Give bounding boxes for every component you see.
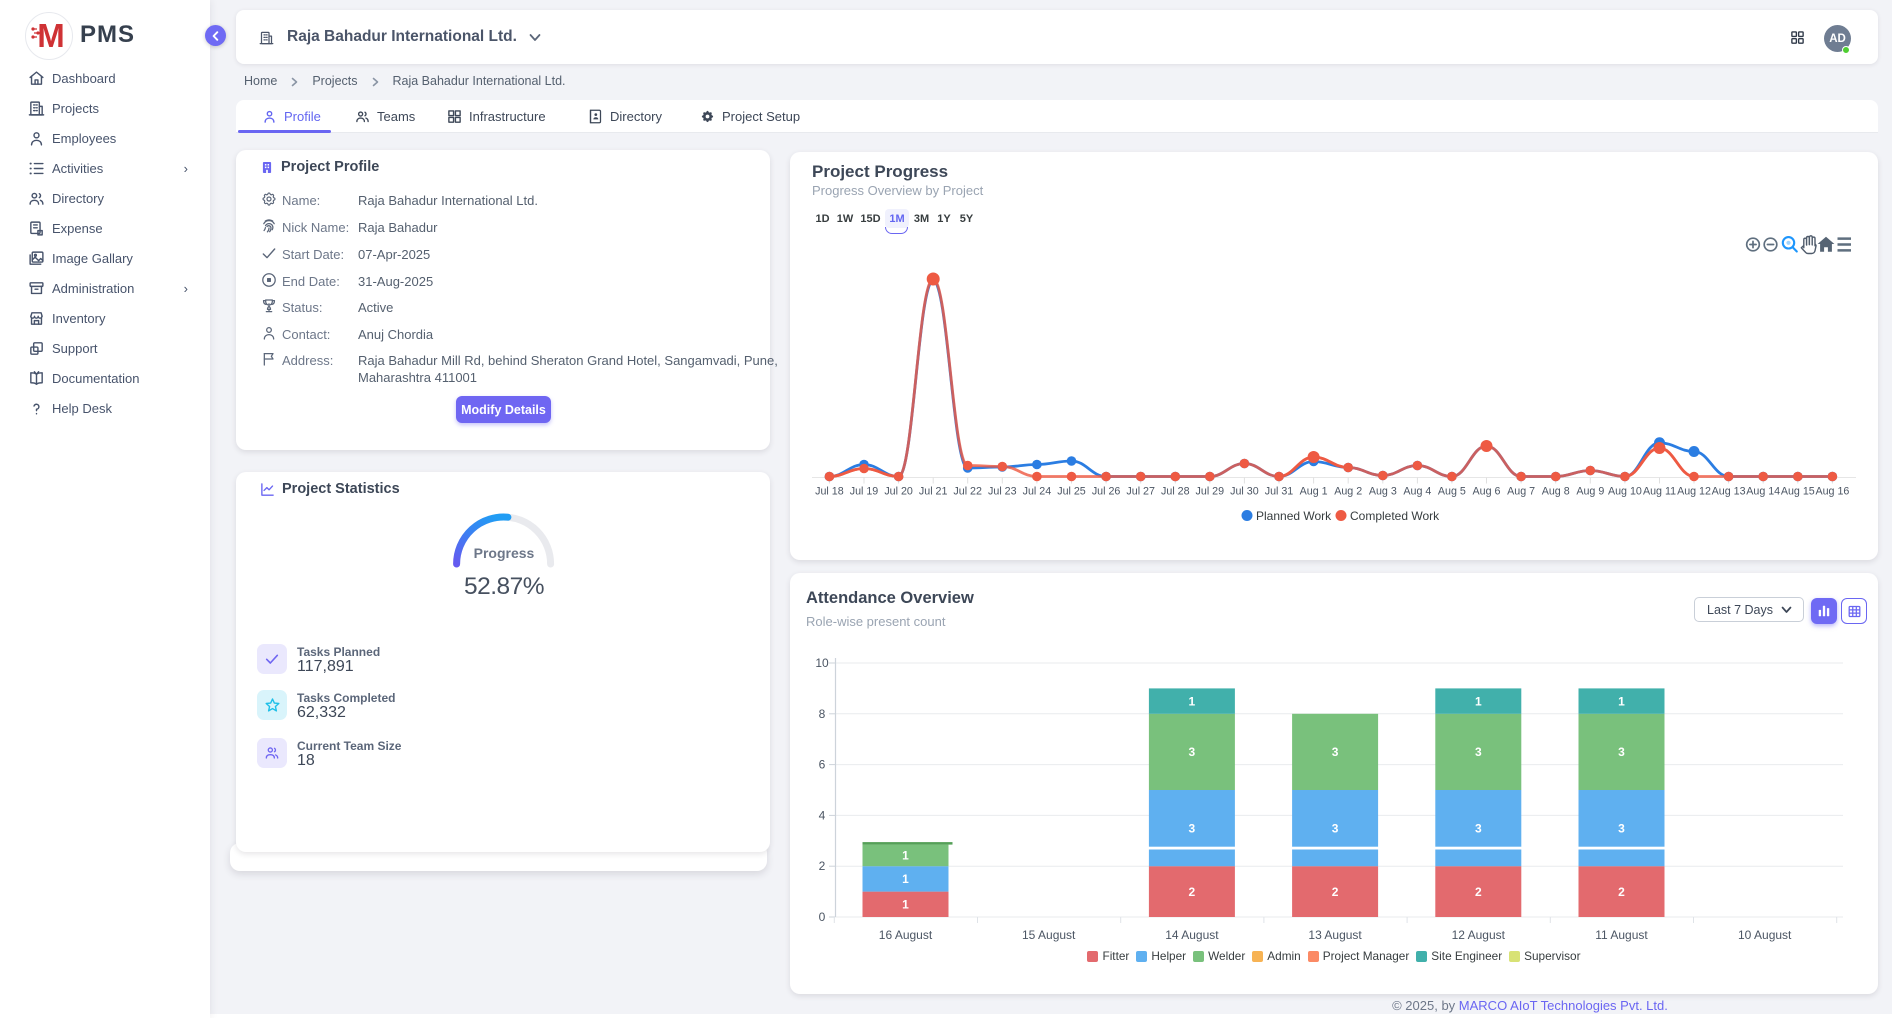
svg-text:Jul 31: Jul 31 — [1265, 486, 1294, 498]
svg-text:3: 3 — [1332, 821, 1339, 835]
svg-text:Aug 8: Aug 8 — [1542, 486, 1570, 498]
svg-text:Aug 5: Aug 5 — [1438, 486, 1466, 498]
svg-text:Aug 4: Aug 4 — [1403, 486, 1431, 498]
svg-text:Jul 21: Jul 21 — [919, 486, 948, 498]
svg-text:14 August: 14 August — [1165, 928, 1219, 942]
svg-text:1: 1 — [1475, 694, 1482, 708]
svg-text:2: 2 — [1332, 885, 1339, 899]
svg-text:Jul 25: Jul 25 — [1057, 486, 1086, 498]
svg-text:3: 3 — [1618, 821, 1625, 835]
svg-text:Jul 26: Jul 26 — [1092, 486, 1121, 498]
svg-text:2: 2 — [1475, 885, 1482, 899]
svg-text:Aug 2: Aug 2 — [1334, 486, 1362, 498]
svg-text:Aug 10: Aug 10 — [1608, 486, 1642, 498]
svg-text:4: 4 — [819, 808, 826, 822]
svg-text:1: 1 — [902, 898, 909, 912]
svg-text:3: 3 — [1189, 745, 1196, 759]
svg-text:3: 3 — [1189, 821, 1196, 835]
svg-text:Aug 11: Aug 11 — [1643, 486, 1676, 498]
svg-text:10 August: 10 August — [1738, 928, 1792, 942]
svg-text:Jul 22: Jul 22 — [953, 486, 982, 498]
svg-text:Jul 27: Jul 27 — [1126, 486, 1155, 498]
svg-text:Jul 24: Jul 24 — [1023, 486, 1052, 498]
svg-text:15 August: 15 August — [1022, 928, 1076, 942]
svg-text:Aug 14: Aug 14 — [1746, 486, 1780, 498]
svg-text:12 August: 12 August — [1452, 928, 1506, 942]
svg-text:3: 3 — [1475, 745, 1482, 759]
svg-text:1: 1 — [902, 872, 909, 886]
svg-text:Aug 12: Aug 12 — [1677, 486, 1711, 498]
svg-text:Jul 23: Jul 23 — [988, 486, 1017, 498]
svg-text:Jul 28: Jul 28 — [1161, 486, 1190, 498]
svg-text:13 August: 13 August — [1308, 928, 1362, 942]
svg-text:Aug 16: Aug 16 — [1815, 486, 1849, 498]
svg-text:Aug 15: Aug 15 — [1781, 486, 1815, 498]
svg-text:Jul 18: Jul 18 — [815, 486, 844, 498]
svg-text:3: 3 — [1475, 821, 1482, 835]
svg-text:Aug 7: Aug 7 — [1507, 486, 1535, 498]
svg-text:Aug 3: Aug 3 — [1369, 486, 1397, 498]
svg-text:2: 2 — [819, 859, 826, 873]
svg-text:8: 8 — [819, 707, 826, 721]
svg-text:1: 1 — [902, 849, 909, 863]
svg-text:0: 0 — [819, 910, 826, 924]
svg-text:Aug 1: Aug 1 — [1300, 486, 1328, 498]
svg-text:10: 10 — [815, 656, 829, 670]
svg-text:1: 1 — [1618, 694, 1625, 708]
svg-text:1: 1 — [1189, 694, 1196, 708]
svg-text:11 August: 11 August — [1595, 928, 1648, 942]
svg-text:2: 2 — [1189, 885, 1196, 899]
svg-text:2: 2 — [1618, 885, 1625, 899]
svg-text:Planned Work: Planned Work — [1256, 509, 1332, 523]
svg-text:Aug 13: Aug 13 — [1712, 486, 1746, 498]
svg-text:16 August: 16 August — [879, 928, 933, 942]
svg-text:3: 3 — [1618, 745, 1625, 759]
svg-text:Jul 30: Jul 30 — [1230, 486, 1259, 498]
svg-text:Completed Work: Completed Work — [1350, 509, 1440, 523]
svg-text:6: 6 — [819, 758, 826, 772]
svg-text:Jul 20: Jul 20 — [884, 486, 913, 498]
svg-text:3: 3 — [1332, 745, 1339, 759]
svg-text:Aug 6: Aug 6 — [1473, 486, 1501, 498]
svg-text:Jul 19: Jul 19 — [850, 486, 879, 498]
svg-text:Jul 29: Jul 29 — [1196, 486, 1225, 498]
svg-text:Aug 9: Aug 9 — [1576, 486, 1604, 498]
